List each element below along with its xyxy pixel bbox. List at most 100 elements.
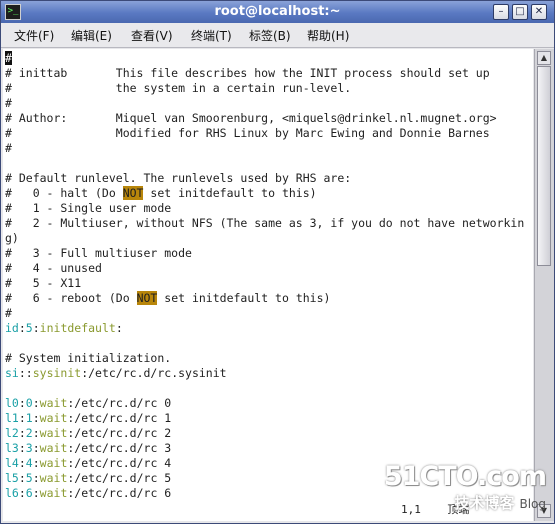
terminal-line: # Author: Miquel van Smoorenburg, <mique… [5, 111, 497, 126]
line-segment: 5 [25, 471, 33, 485]
watermark-blog: Blog [519, 497, 546, 511]
line-segment: l1 [5, 411, 19, 425]
line-segment: : [32, 486, 40, 500]
line-segment: # 5 - X11 [5, 276, 82, 290]
line-segment: # the system in a certain run-level. [5, 81, 352, 95]
terminal-line: # [5, 51, 12, 66]
line-segment: set initdefault to this) [157, 291, 331, 305]
menu-edit[interactable]: 编辑(E) [71, 27, 112, 44]
window-title: root@localhost:~ [214, 4, 341, 19]
terminal-line: l1:1:wait:/etc/rc.d/rc 1 [5, 411, 171, 426]
line-segment: : [18, 486, 26, 500]
line-segment: sysinit [32, 366, 82, 380]
terminal-line: # Modified for RHS Linux by Marc Ewing a… [5, 126, 490, 141]
vertical-scrollbar[interactable]: ▲ ▼ [534, 49, 554, 521]
terminal-window: >_ root@localhost:~ – □ ✕ 文件(F) 编辑(E) 查看… [0, 0, 555, 524]
line-segment: l3 [5, 441, 19, 455]
line-segment: si [5, 366, 19, 380]
terminal-line: # 6 - reboot (Do NOT set initdefault to … [5, 291, 330, 306]
terminal-line: id:5:initdefault: [5, 321, 123, 336]
line-segment: : [32, 426, 40, 440]
terminal-line: # inittab This file describes how the IN… [5, 66, 490, 81]
terminal-line: # [5, 96, 12, 111]
line-segment: :/etc/rc.d/rc.sysinit [81, 366, 227, 380]
highlighted-keyword: NOT [136, 291, 158, 305]
line-segment: l0 [5, 396, 19, 410]
line-segment: 3 [25, 441, 33, 455]
maximize-icon: □ [515, 6, 525, 17]
line-segment: : [32, 321, 40, 335]
line-segment: # 0 - halt (Do [5, 186, 123, 200]
terminal-content[interactable]: # # inittab This file describes how the I… [3, 49, 533, 521]
line-segment: 5 [25, 321, 33, 335]
terminal-line: l0:0:wait:/etc/rc.d/rc 0 [5, 396, 171, 411]
line-segment: # Default runlevel. The runlevels used b… [5, 171, 352, 185]
line-segment: : [18, 426, 26, 440]
line-segment: initdefault [39, 321, 116, 335]
maximize-button[interactable]: □ [512, 4, 528, 20]
line-segment: id [5, 321, 19, 335]
scrollbar-thumb[interactable] [537, 66, 551, 266]
menu-file[interactable]: 文件(F) [14, 27, 54, 44]
line-segment: :/etc/rc.d/rc 1 [67, 411, 172, 425]
terminal-line: # 1 - Single user mode [5, 201, 171, 216]
menu-view[interactable]: 查看(V) [131, 27, 173, 44]
line-segment: # inittab This file describes how the IN… [5, 66, 490, 80]
terminal-line: # [5, 141, 12, 156]
line-segment: : [115, 321, 123, 335]
line-segment: wait [39, 411, 68, 425]
line-segment: wait [39, 426, 68, 440]
line-segment: wait [39, 456, 68, 470]
line-segment: : [32, 456, 40, 470]
line-segment: # 6 - reboot (Do [5, 291, 137, 305]
line-segment: :/etc/rc.d/rc 3 [67, 441, 172, 455]
line-segment: :/etc/rc.d/rc 2 [67, 426, 172, 440]
line-segment: 2 [25, 426, 33, 440]
terminal-line: # 4 - unused [5, 261, 102, 276]
terminal-line: l3:3:wait:/etc/rc.d/rc 3 [5, 441, 171, 456]
watermark-site: 51CTO.com [383, 461, 547, 492]
terminal-line: # 3 - Full multiuser mode [5, 246, 192, 261]
line-segment: 1 [25, 411, 33, 425]
line-segment: set initdefault to this) [143, 186, 317, 200]
line-segment: :/etc/rc.d/rc 0 [67, 396, 172, 410]
menu-tabs[interactable]: 标签(B) [249, 27, 291, 44]
minimize-button[interactable]: – [493, 4, 509, 20]
scroll-up-arrow-icon[interactable]: ▲ [537, 51, 551, 65]
terminal-line: l6:6:wait:/etc/rc.d/rc 6 [5, 486, 171, 501]
terminal-line: l2:2:wait:/etc/rc.d/rc 2 [5, 426, 171, 441]
menu-bar: 文件(F) 编辑(E) 查看(V) 终端(T) 标签(B) 帮助(H) [1, 23, 554, 48]
line-segment: # 1 - Single user mode [5, 201, 172, 215]
line-segment: 0 [25, 396, 33, 410]
line-segment: :/etc/rc.d/rc 5 [67, 471, 172, 485]
close-icon: ✕ [534, 6, 544, 17]
line-segment: wait [39, 441, 68, 455]
watermark: 51CTO.com 技术博客 Blog [383, 461, 547, 513]
line-segment: l2 [5, 426, 19, 440]
line-segment: 4 [25, 456, 33, 470]
menu-help[interactable]: 帮助(H) [307, 27, 349, 44]
line-segment: : [18, 441, 26, 455]
title-bar[interactable]: >_ root@localhost:~ – □ ✕ [1, 1, 554, 23]
terminal-line: l5:5:wait:/etc/rc.d/rc 5 [5, 471, 171, 486]
terminal-line: # 2 - Multiuser, without NFS (The same a… [5, 216, 524, 231]
line-segment: # 4 - unused [5, 261, 102, 275]
line-segment: l4 [5, 456, 19, 470]
line-segment: # System initialization. [5, 351, 172, 365]
line-segment: : [18, 471, 26, 485]
line-segment: : [18, 396, 26, 410]
line-segment: : [32, 396, 40, 410]
line-segment: : [32, 471, 40, 485]
line-segment: :/etc/rc.d/rc 4 [67, 456, 172, 470]
line-segment: # [5, 96, 12, 110]
close-button[interactable]: ✕ [531, 4, 547, 20]
menu-terminal[interactable]: 终端(T) [191, 27, 232, 44]
terminal-line: si::sysinit:/etc/rc.d/rc.sysinit [5, 366, 227, 381]
terminal-line: # System initialization. [5, 351, 171, 366]
line-segment: wait [39, 486, 68, 500]
terminal-line: # the system in a certain run-level. [5, 81, 351, 96]
line-segment: : [32, 441, 40, 455]
line-segment: # [5, 306, 12, 320]
line-segment: : [18, 321, 26, 335]
line-segment: l6 [5, 486, 19, 500]
